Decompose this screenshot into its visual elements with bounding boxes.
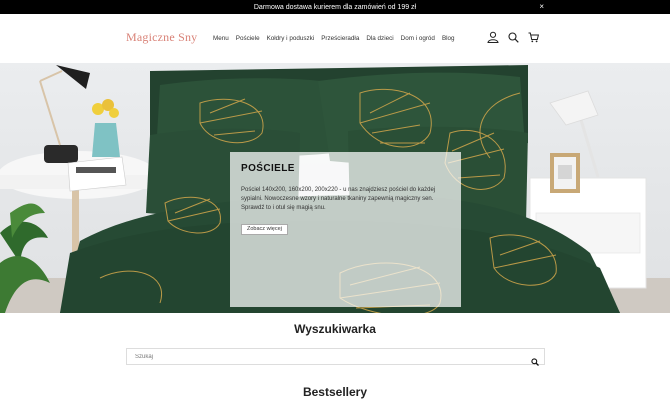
nav-item-przescieradla[interactable]: Prześcieradła [321,35,359,42]
nav-item-dom-i-ogrod[interactable]: Dom i ogród [401,35,435,42]
nav-item-koldry-i-poduszki[interactable]: Kołdry i poduszki [267,35,315,42]
site-header: Magiczne Sny Menu Pościele Kołdry i podu… [0,14,670,63]
nav-item-blog[interactable]: Blog [442,35,455,42]
announcement-text: Darmowa dostawa kurierem dla zamówień od… [253,3,417,11]
search-icon[interactable] [508,31,519,43]
hero-description: Pościel 140x200, 160x200, 200x220 - u na… [241,187,436,211]
bestsellers-title: Bestsellery [302,385,368,399]
see-more-button[interactable]: Zobacz więcej [241,224,288,235]
nav-item-poscieile[interactable]: Pościele [236,35,260,42]
header-icons [487,31,539,43]
search-submit-icon[interactable] [531,353,539,371]
nav-item-dla-dzieci[interactable]: Dla dzieci [366,35,393,42]
announcement-bar: Darmowa dostawa kurierem dla zamówień od… [0,0,670,14]
search-section-title: Wyszukiwarka [294,322,376,336]
site-logo[interactable]: Magiczne Sny [126,30,197,45]
cart-icon[interactable] [528,32,539,43]
close-icon[interactable]: × [539,2,544,12]
hero-title: POŚCIELE [241,163,295,174]
hero-banner: POŚCIELE Pościel 140x200, 160x200, 200x2… [0,63,670,313]
user-icon[interactable] [487,31,499,43]
search-bar [126,348,545,366]
search-input[interactable] [135,352,515,362]
nav-item-menu[interactable]: Menu [213,35,229,42]
hero-content-box: POŚCIELE Pościel 140x200, 160x200, 200x2… [230,152,461,307]
main-nav: Menu Pościele Kołdry i poduszki Przeście… [213,35,455,42]
